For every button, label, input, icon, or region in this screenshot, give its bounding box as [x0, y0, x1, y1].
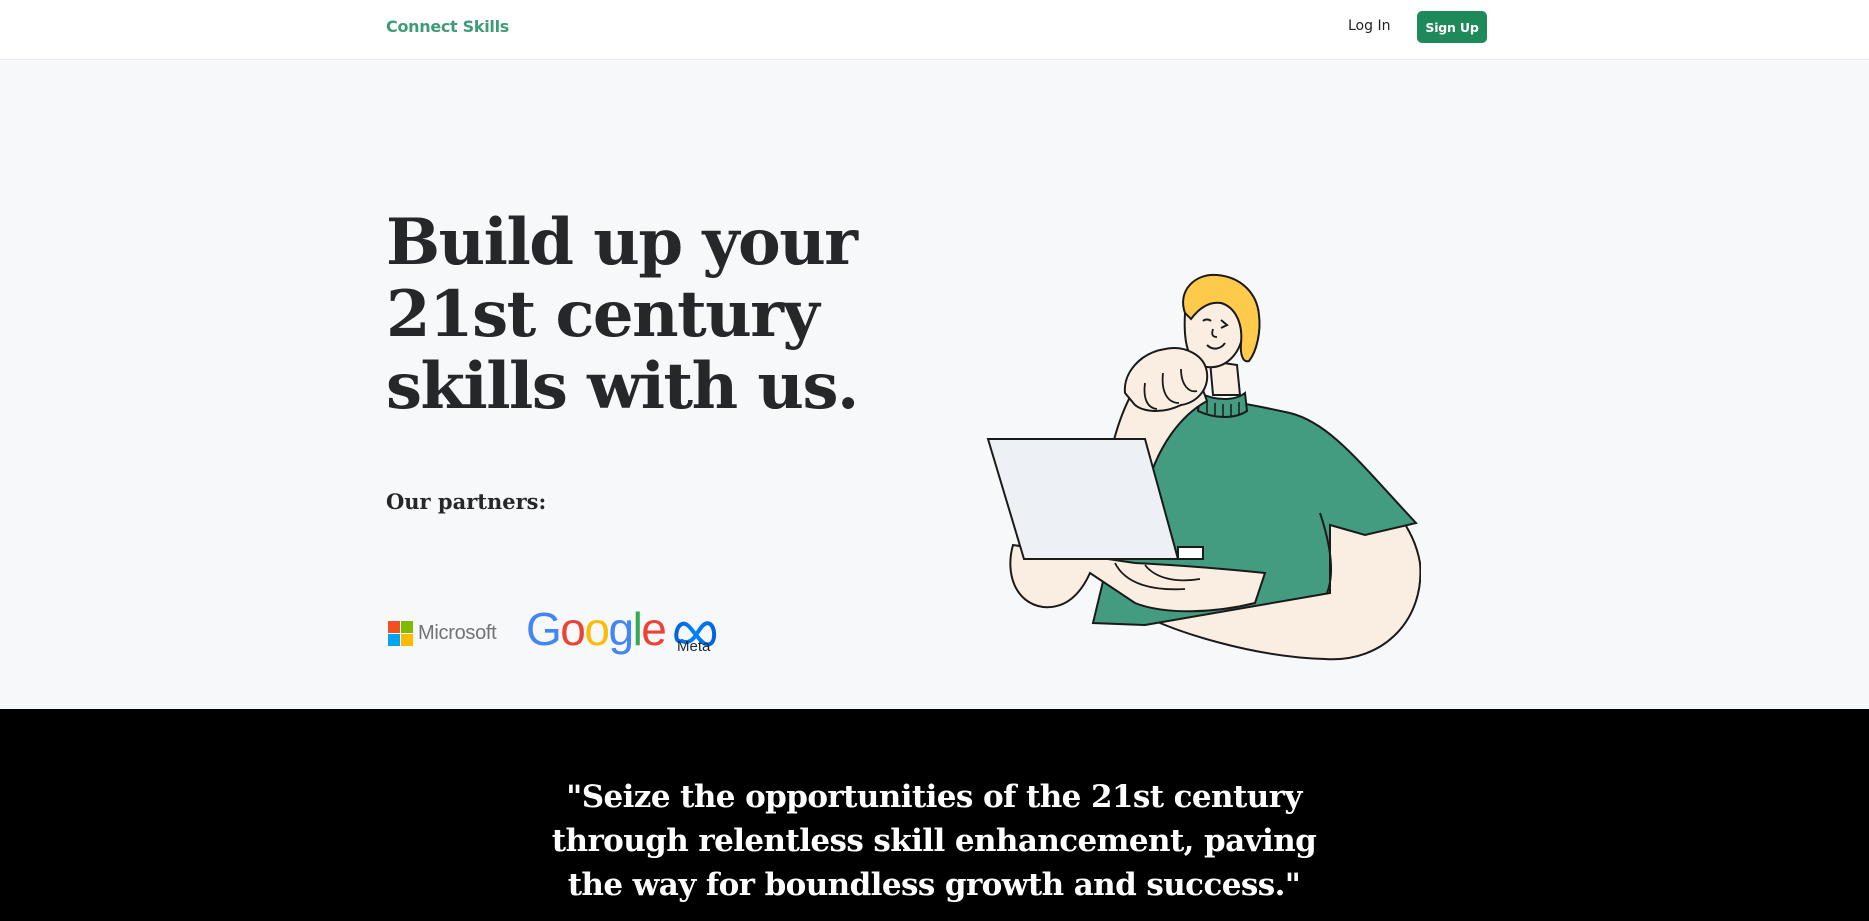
microsoft-logo: Microsoft — [388, 621, 497, 646]
hero-section: Build up your 21st century skills with u… — [0, 61, 1869, 709]
motivational-quote: "Seize the opportunities of the 21st cen… — [551, 779, 1317, 903]
signup-button[interactable]: Sign Up — [1417, 11, 1487, 43]
quote-section: "Seize the opportunities of the 21st cen… — [0, 709, 1869, 921]
hero-headline: Build up your 21st century skills with u… — [386, 205, 859, 424]
microsoft-wordmark: Microsoft — [418, 622, 497, 644]
microsoft-squares-icon — [388, 621, 413, 646]
person-with-laptop-illustration — [986, 273, 1421, 661]
brand-logo[interactable]: Connect Skills — [386, 17, 509, 36]
google-logo: Google — [526, 603, 667, 655]
login-link[interactable]: Log In — [1348, 18, 1390, 34]
top-navbar: Connect Skills Log In Sign Up — [0, 0, 1869, 60]
meta-wordmark: Meta — [677, 638, 711, 655]
partners-label: Our partners: — [386, 489, 547, 514]
